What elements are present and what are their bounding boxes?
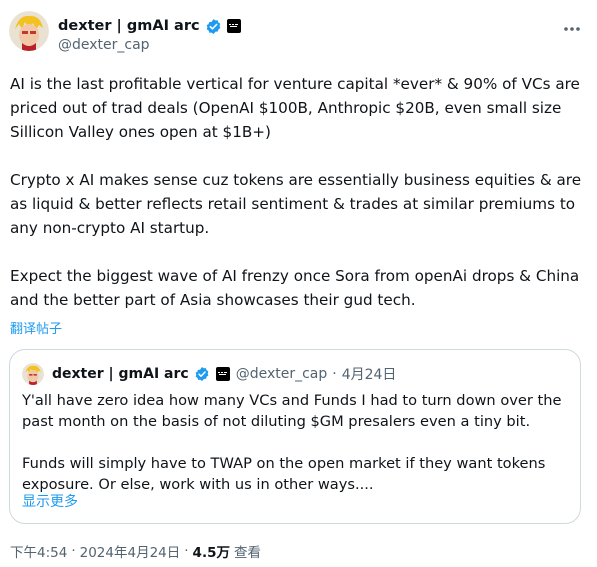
quoted-paragraph: Funds will simply have to TWAP on the op… (22, 455, 546, 493)
meta-separator: · (184, 543, 189, 559)
tweet-card: dexter | gmAI arc @dexter_cap AI is the … (0, 0, 597, 567)
meta-separator: · (71, 543, 76, 559)
tweet-date[interactable]: 2024年4月24日 (80, 541, 181, 561)
author-handle[interactable]: @dexter_cap (58, 37, 150, 53)
affiliation-badge-icon[interactable] (226, 19, 241, 33)
tweet-meta: 下午4:54 · 2024年4月24日 · 4.5万 查看 (10, 541, 261, 561)
views-count[interactable]: 4.5万 (193, 541, 230, 561)
verified-badge-icon[interactable] (205, 18, 222, 35)
translate-post-link[interactable]: 翻译帖子 (10, 318, 62, 337)
author-display-name[interactable]: dexter | gmAI arc (58, 18, 200, 34)
quoted-text: Y'all have zero idea how many VCs and Fu… (22, 390, 574, 495)
author-avatar[interactable] (9, 11, 49, 51)
affiliation-badge-icon[interactable] (215, 367, 230, 381)
quoted-date[interactable]: 4月24日 (342, 364, 397, 384)
author-name-row: dexter | gmAI arc (58, 16, 241, 36)
views-label: 查看 (233, 545, 261, 561)
quoted-paragraph: Y'all have zero idea how many VCs and Fu… (22, 392, 562, 430)
quoted-tweet[interactable]: dexter | gmAI arc @dexter_cap · 4月24日 Y'… (9, 349, 581, 524)
tweet-text: AI is the last profitable vertical for v… (10, 72, 590, 312)
quoted-author-avatar[interactable] (22, 363, 44, 385)
tweet-paragraph: Crypto x AI makes sense cuz tokens are e… (10, 171, 586, 237)
quoted-handle[interactable]: @dexter_cap (236, 366, 328, 382)
show-more-link[interactable]: 显示更多 (22, 491, 78, 511)
quoted-display-name[interactable]: dexter | gmAI arc (52, 366, 189, 382)
tweet-time[interactable]: 下午4:54 (10, 541, 67, 561)
quoted-separator: · (332, 366, 337, 382)
tweet-paragraph: Expect the biggest wave of AI frenzy onc… (10, 267, 585, 309)
verified-badge-icon[interactable] (194, 366, 210, 382)
more-options-icon[interactable] (562, 20, 582, 32)
quoted-header: dexter | gmAI arc @dexter_cap · 4月24日 (52, 364, 396, 384)
tweet-paragraph: AI is the last profitable vertical for v… (10, 75, 585, 141)
